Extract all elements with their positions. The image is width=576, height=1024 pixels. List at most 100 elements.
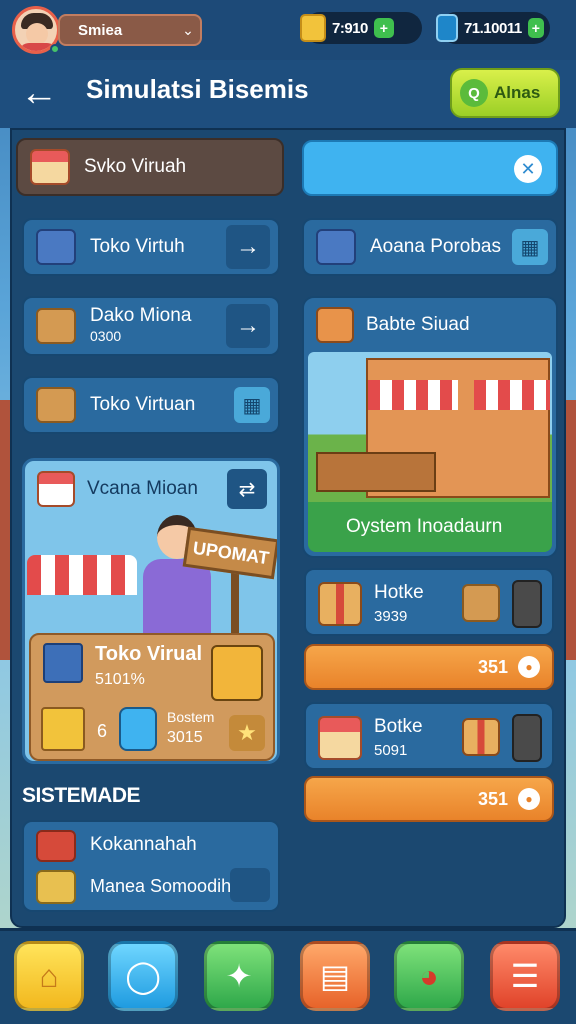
- list-item[interactable]: Toko Virtuh →: [22, 218, 280, 276]
- list-item-label: Dako Miona 0300: [90, 306, 226, 346]
- machine-icon: [211, 645, 263, 701]
- store-showcase-card[interactable]: Babte Siuad Oystem Inoadaurn: [302, 296, 558, 558]
- shop-item-name: Botke: [374, 716, 423, 737]
- shop-item-value: 5091: [374, 742, 408, 759]
- list-item-label: Aoana Porobas: [370, 236, 501, 257]
- list-item[interactable]: Toko Virtuan ▦: [22, 376, 280, 434]
- cash-box-icon: [300, 14, 326, 42]
- ladder-icon: [436, 14, 458, 42]
- showcase-header: Babte Siuad: [304, 298, 556, 352]
- section-title: SISTEMADE: [22, 784, 141, 807]
- page-title: Simulatsi Bisemis: [86, 74, 309, 104]
- top-status-bar: Smiea ⌄ 7:910 + 71.10011 +: [0, 0, 576, 60]
- feature-panel-title: Toko Virual: [95, 643, 203, 665]
- add-ladder-button[interactable]: +: [527, 18, 544, 38]
- box-icon: [36, 308, 76, 344]
- box-icon: [41, 707, 85, 751]
- box-icon: [36, 387, 76, 423]
- map-icon[interactable]: ✦: [204, 941, 274, 1011]
- showcase-title: Babte Siuad: [366, 314, 470, 335]
- store-awning-right: [474, 380, 550, 410]
- gift-icon: [318, 582, 362, 626]
- star-icon[interactable]: ★: [229, 715, 265, 751]
- chat-icon[interactable]: ◯: [108, 941, 178, 1011]
- system-value: 3015: [167, 729, 203, 746]
- feature-stats-panel: Toko Virual 5101% 6 Bostem 3015 ★: [29, 633, 275, 761]
- profile-name: Smiea: [78, 21, 123, 39]
- feature-card-header: Vcana Mioan ⇄: [25, 461, 277, 517]
- menu-icon[interactable]: ☰: [490, 941, 560, 1011]
- system-card-line2: Manea Somoodihan: [90, 876, 252, 896]
- chevron-down-icon: ⌄: [182, 21, 194, 38]
- system-label: Bostem: [167, 709, 215, 725]
- online-indicator: [50, 44, 60, 54]
- profile-dropdown[interactable]: Smiea ⌄: [58, 14, 202, 46]
- header-action-button[interactable]: Q Alnas: [450, 68, 560, 118]
- phone-icon: [512, 714, 542, 762]
- active-shop-card[interactable]: Svko Viruah: [16, 138, 284, 196]
- shop-item-card[interactable]: Botke 5091: [304, 702, 554, 770]
- list-item-label: Toko Virtuh: [90, 236, 185, 257]
- list-item[interactable]: Dako Miona 0300 →: [22, 296, 280, 356]
- store-illustration: [308, 352, 552, 502]
- market-stall-illustration: [27, 555, 137, 595]
- phone-icon: [512, 580, 542, 628]
- coin-icon: ●: [518, 656, 540, 678]
- shuffle-icon[interactable]: ⇄: [227, 469, 267, 509]
- buy-button[interactable]: 351 ●: [304, 644, 554, 690]
- search-field[interactable]: ✕: [302, 140, 558, 196]
- buy-button[interactable]: 351 ●: [304, 776, 554, 822]
- active-shop-label: Svko Viruah: [84, 156, 187, 177]
- shopkeeper-body: [143, 559, 211, 635]
- gift-icon: [316, 307, 354, 343]
- avatar-face: [26, 23, 48, 45]
- arrow-right-icon[interactable]: →: [226, 304, 270, 348]
- timer-icon[interactable]: ◕: [394, 941, 464, 1011]
- arrow-right-icon[interactable]: →: [226, 225, 270, 269]
- home-icon[interactable]: ⌂: [14, 941, 84, 1011]
- add-cash-button[interactable]: +: [373, 18, 394, 38]
- shop-icon: [37, 471, 75, 507]
- gift-icon: [462, 718, 500, 756]
- money-stack-icon: [36, 870, 76, 904]
- page-header: ← Simulatsi Bisemis Q Alnas: [0, 60, 576, 128]
- system-card[interactable]: Kokannahah Manea Somoodihan: [22, 820, 280, 912]
- crate-icon: [316, 229, 356, 265]
- system-card-button[interactable]: [230, 868, 270, 902]
- phone-icon: [119, 707, 157, 751]
- feature-panel-value: 5101%: [95, 671, 145, 688]
- feature-card[interactable]: Vcana Mioan ⇄ UPOMAT Toko Virual 5101% 6…: [22, 458, 280, 764]
- list-item[interactable]: Aoana Porobas ▦: [302, 218, 558, 276]
- resource-cash[interactable]: 7:910 +: [300, 12, 422, 44]
- list-item-label: Toko Virtuan: [90, 394, 196, 415]
- price-value: 351: [477, 656, 508, 677]
- shop-icon: [318, 716, 362, 760]
- showcase-caption: Oystem Inoadaurn: [308, 502, 552, 552]
- resource-cash-value: 7:910: [332, 19, 368, 37]
- grid-icon[interactable]: ▦: [234, 387, 270, 423]
- resource-ladder-value: 71.10011: [463, 19, 522, 37]
- shop-item-card[interactable]: Hotke 3939: [304, 568, 554, 636]
- search-icon: Q: [460, 79, 488, 107]
- crate-icon: [43, 643, 83, 683]
- list-item-title: Dako Miona: [90, 305, 192, 326]
- feature-digit: 6: [97, 721, 108, 741]
- shop-icon[interactable]: ▤: [300, 941, 370, 1011]
- coin-icon: ●: [518, 788, 540, 810]
- bottom-nav: ⌂ ◯ ✦ ▤ ◕ ☰: [0, 928, 576, 1024]
- price-value: 351: [477, 788, 508, 809]
- system-card-line1: Kokannahah: [90, 834, 197, 855]
- store-counter: [316, 452, 436, 492]
- crate-icon: [36, 229, 76, 265]
- header-action-label: Alnas: [494, 83, 541, 102]
- basket-icon: [36, 830, 76, 862]
- back-arrow-icon[interactable]: ←: [16, 70, 62, 116]
- store-awning-left: [368, 380, 458, 410]
- resource-ladder[interactable]: 71.10011 +: [436, 12, 550, 44]
- grid-icon[interactable]: ▦: [512, 229, 548, 265]
- box-icon: [462, 584, 500, 622]
- list-item-sub: 0300: [90, 328, 122, 344]
- close-icon[interactable]: ✕: [514, 155, 542, 183]
- shop-item-name: Hotke: [374, 582, 424, 603]
- shop-icon: [30, 149, 70, 185]
